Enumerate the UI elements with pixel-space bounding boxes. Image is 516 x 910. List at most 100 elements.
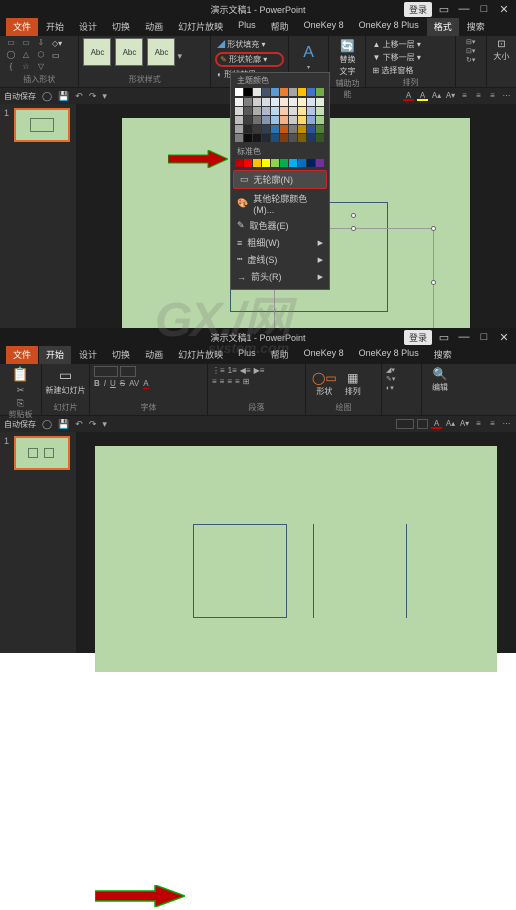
eyedropper-item[interactable]: ✎取色器(E) [231,217,329,234]
color-swatch[interactable] [271,88,279,96]
color-swatch[interactable] [253,159,261,167]
tab-plus[interactable]: Plus [231,18,263,36]
color-swatch[interactable] [289,159,297,167]
color-swatch[interactable] [307,116,315,124]
bring-forward-button[interactable]: ▲ 上移一层 ▾ [370,38,450,51]
color-swatch[interactable] [298,125,306,133]
color-swatch[interactable] [289,116,297,124]
cut-icon[interactable]: ✂ [17,385,25,396]
save-icon[interactable]: 💾 [58,91,69,102]
color-swatch[interactable] [253,134,261,142]
color-swatch[interactable] [235,98,243,106]
color-swatch[interactable] [235,116,243,124]
align-r-icon[interactable]: ≡ [227,377,232,386]
align-left-icon[interactable]: ≡ [459,91,470,101]
tab-design[interactable]: 设计 [72,18,104,36]
tab-help-2[interactable]: 帮助 [264,346,296,364]
shape-fill-button[interactable]: ◢ 形状填充 ▾ [215,38,284,51]
login-button-2[interactable]: 登录 [404,330,432,345]
color-swatch[interactable] [316,107,324,115]
size-select[interactable] [120,366,136,377]
redo-icon-2[interactable]: ↷ [89,419,97,430]
color-swatch[interactable] [289,98,297,106]
rotate-icon[interactable]: ↻▾ [466,56,475,64]
color-swatch[interactable] [316,88,324,96]
color-swatch[interactable] [244,134,252,142]
color-swatch[interactable] [289,107,297,115]
color-swatch[interactable] [244,98,252,106]
strike-icon[interactable]: S [120,379,125,389]
color-swatch[interactable] [280,159,288,167]
color-swatch[interactable] [298,116,306,124]
color-swatch[interactable] [289,125,297,133]
more-outline-colors-item[interactable]: 🎨其他轮廓颜色(M)... [231,190,329,217]
color-swatch[interactable] [253,107,261,115]
autosave-toggle[interactable]: ◯ [42,91,52,102]
login-button[interactable]: 登录 [404,2,432,17]
indent-inc-icon[interactable]: ▶≡ [254,366,265,375]
rectangle-left[interactable] [193,524,287,618]
color-swatch[interactable] [307,107,315,115]
tab-search[interactable]: 搜索 [460,18,492,36]
tab-animations[interactable]: 动画 [138,18,170,36]
tab-onekey8[interactable]: OneKey 8 [297,18,351,36]
copy-icon[interactable]: ⎘ [17,398,24,409]
color-swatch[interactable] [298,107,306,115]
rectangle-right[interactable] [313,524,407,618]
color-swatch[interactable] [235,134,243,142]
tab-design-2[interactable]: 设计 [72,346,104,364]
arrange-button[interactable]: ▦排列 [343,370,363,398]
close-icon[interactable]: ✕ [496,3,512,16]
color-swatch[interactable] [289,88,297,96]
italic-icon[interactable]: I [104,379,106,389]
slide-canvas-2[interactable] [95,446,497,672]
maximize-icon-2[interactable]: □ [476,331,492,343]
color-swatch[interactable] [262,98,270,106]
color-swatch[interactable] [262,107,270,115]
weight-item[interactable]: ≡粗细(W)▶ [231,234,329,251]
align-qat-icon2[interactable]: ≡ [487,419,498,429]
no-outline-item[interactable]: ▭无轮廓(N) [233,170,327,189]
shape-style-gallery[interactable]: Abc Abc Abc [83,38,175,74]
tab-onekey8plus[interactable]: OneKey 8 Plus [352,18,426,36]
selection-pane-button[interactable]: ⊞ 选择窗格 [370,64,450,77]
tab-home-2[interactable]: 开始 [39,346,71,364]
undo-icon-2[interactable]: ↶ [75,419,83,430]
font-inc-qat-icon[interactable]: A▴ [445,419,456,429]
highlight-icon[interactable]: A [417,91,428,101]
align-qat-icon[interactable]: ≡ [473,419,484,429]
more-qat-icon[interactable]: ⋯ [501,419,512,429]
color-swatch[interactable] [271,116,279,124]
redo-icon[interactable]: ↷ [89,91,97,102]
color-swatch[interactable] [271,125,279,133]
shadow-icon[interactable]: AV [129,379,139,389]
color-swatch[interactable] [235,88,243,96]
color-swatch[interactable] [253,125,261,133]
color-swatch[interactable] [298,98,306,106]
qat-more-icon[interactable]: ▾ [102,91,107,102]
color-swatch[interactable] [253,98,261,106]
close-icon-2[interactable]: ✕ [496,331,512,344]
color-swatch[interactable] [307,134,315,142]
color-swatch[interactable] [271,98,279,106]
font-color-icon-2[interactable]: A [143,379,148,389]
qat-more-icon-2[interactable]: ▾ [102,419,107,430]
tab-home[interactable]: 开始 [39,18,71,36]
align-j-icon[interactable]: ≡ [235,377,240,386]
font-increase-icon[interactable]: A▴ [431,91,442,101]
font-dec-qat-icon[interactable]: A▾ [459,419,470,429]
color-swatch[interactable] [289,134,297,142]
send-backward-button[interactable]: ▼ 下移一层 ▾ [370,51,450,64]
font-box-icon[interactable] [396,419,414,429]
color-swatch[interactable] [316,125,324,133]
color-swatch[interactable] [253,116,261,124]
autosave-toggle-2[interactable]: ◯ [42,419,52,430]
shape-effects-icon[interactable]: ◐▾ [386,384,417,392]
tab-search-2[interactable]: 搜索 [427,346,459,364]
color-swatch[interactable] [298,134,306,142]
align-right-icon[interactable]: ≡ [487,91,498,101]
color-swatch[interactable] [244,107,252,115]
color-swatch[interactable] [235,159,243,167]
color-swatch[interactable] [262,125,270,133]
editing-button[interactable]: 🔍 编辑 [426,366,454,394]
